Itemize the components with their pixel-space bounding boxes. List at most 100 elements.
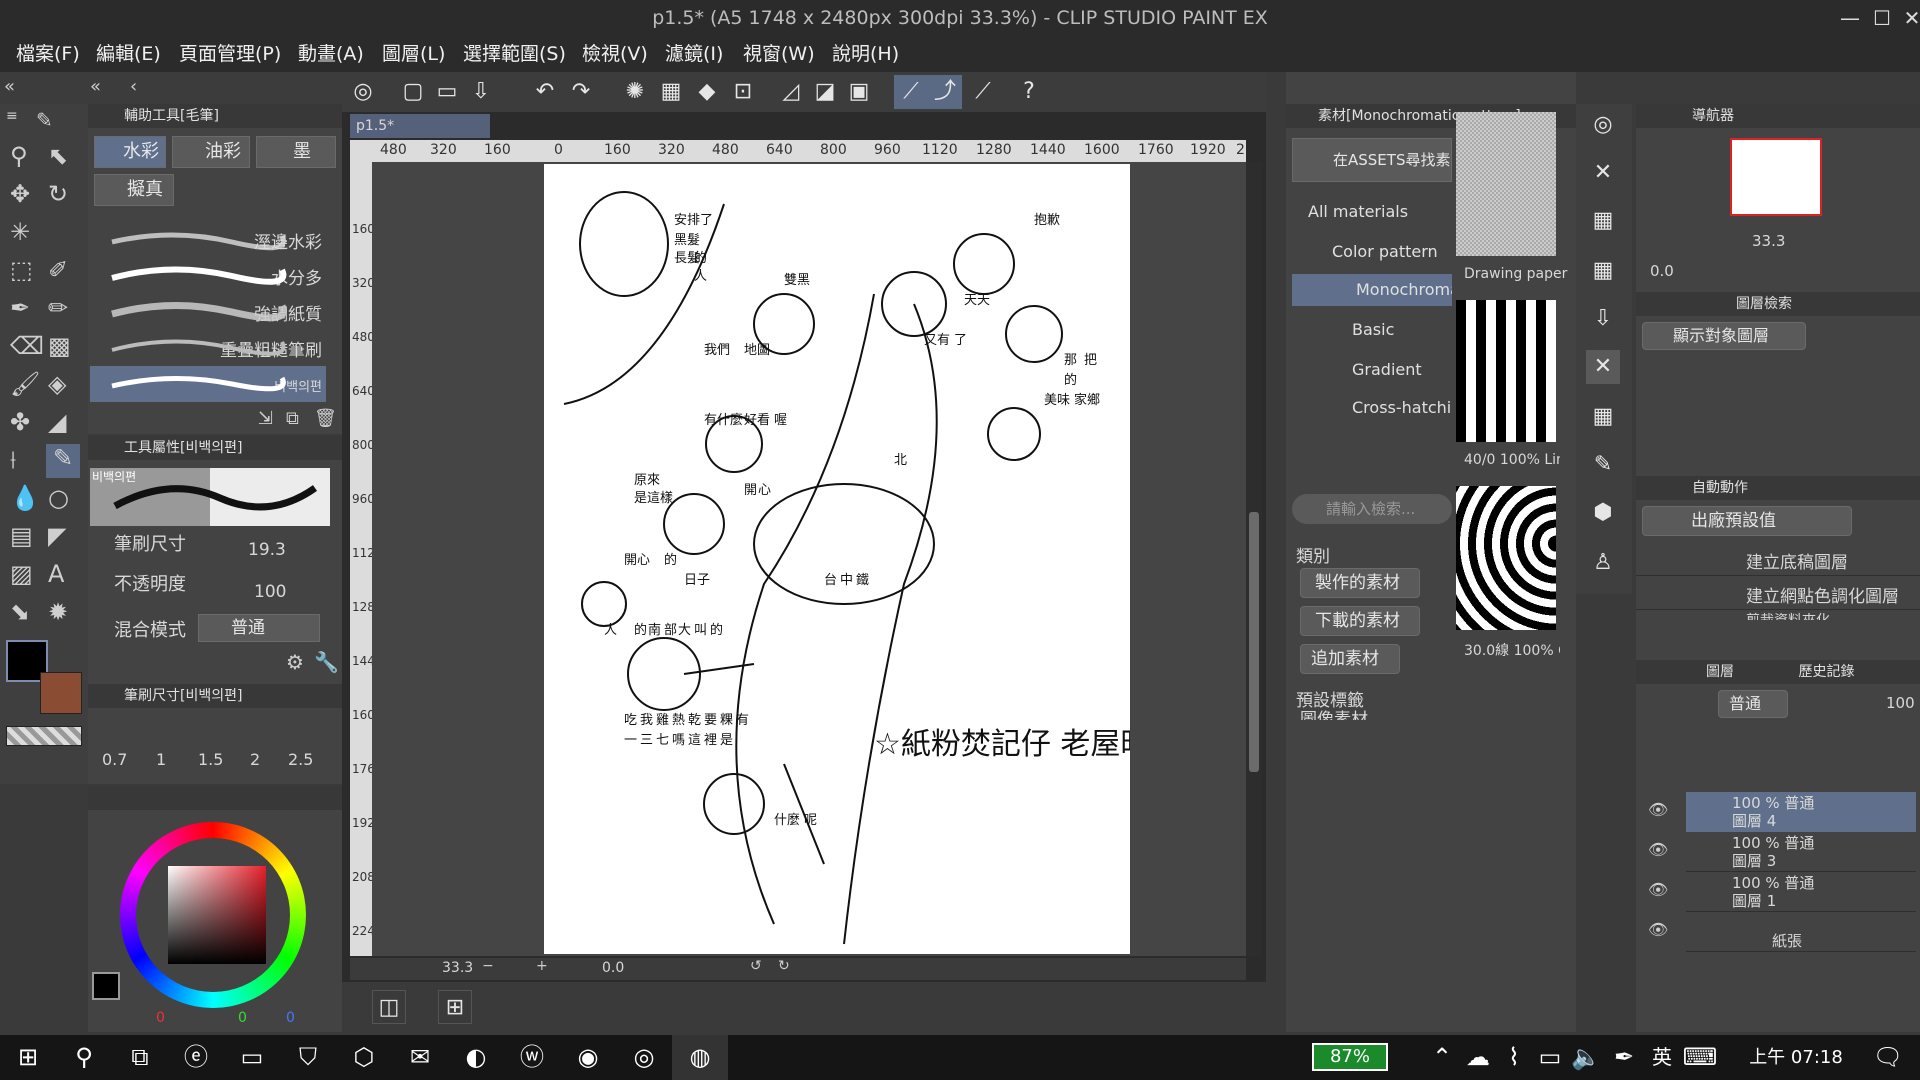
mail-icon[interactable]: ✉ xyxy=(392,1035,448,1080)
wrench-icon[interactable]: 🔧 xyxy=(314,650,339,674)
eye-icon[interactable]: 👁 xyxy=(1648,840,1668,859)
minimize-button[interactable]: — xyxy=(1832,0,1868,36)
move-tool-icon[interactable]: ✥ xyxy=(10,180,30,208)
blend-tool-icon[interactable]: 💧 xyxy=(10,484,40,512)
tree-item[interactable]: Color pattern xyxy=(1332,242,1438,261)
menu-page[interactable]: 頁面管理(P) xyxy=(171,36,289,72)
tree-item[interactable]: Basic xyxy=(1352,320,1394,339)
sub-color-swatch[interactable] xyxy=(40,672,82,714)
battery-icon[interactable]: ▭ xyxy=(1532,1035,1568,1080)
webtoon-icon[interactable]: ⓦ xyxy=(504,1035,560,1080)
shape-tool-icon[interactable]: ○ xyxy=(48,484,69,512)
navigator-zoom[interactable]: 33.3 xyxy=(1752,232,1785,250)
tree-item-selected[interactable]: Monochromatic pattern xyxy=(1292,274,1452,306)
balloon-tool-icon[interactable]: ⬊ xyxy=(10,598,30,626)
tone-icon[interactable]: ▩ xyxy=(48,332,71,360)
fill-icon[interactable]: ◆ xyxy=(690,75,724,109)
chrome-icon[interactable]: ◉ xyxy=(560,1035,616,1080)
loading-icon[interactable]: ✺ xyxy=(618,75,652,109)
copy-subtool-icon[interactable]: ⧉ xyxy=(286,408,299,429)
ruler-tool-icon[interactable]: ◤ xyxy=(48,522,66,550)
cube-icon[interactable]: ⬢ xyxy=(1586,496,1620,530)
eye-icon[interactable]: 👁 xyxy=(1648,800,1668,819)
brush-size-preset[interactable]: 2.5 xyxy=(288,750,313,769)
history-tab[interactable]: 歷史記錄 xyxy=(1798,664,1854,680)
settings-icon[interactable]: ⚙ xyxy=(286,650,304,674)
find-in-assets-button[interactable]: 在ASSETS尋找素材 xyxy=(1292,138,1452,182)
subtool-group-realistic[interactable]: 擬真 xyxy=(94,174,174,206)
clip-studio-icon[interactable]: ◎ xyxy=(346,75,380,109)
grid-icon[interactable]: ▦ xyxy=(1586,204,1620,238)
clip-studio-taskbar-icon[interactable]: ◎ xyxy=(616,1035,672,1080)
layer-row[interactable]: 紙張 xyxy=(1686,912,1916,952)
canvas-fit-icon[interactable]: ⊞ xyxy=(438,990,472,1024)
help-icon[interactable]: ? xyxy=(1012,75,1046,109)
menu-icon[interactable]: ≡ xyxy=(6,108,18,124)
layer-row[interactable]: 100 % 普通 圖層 1 xyxy=(1686,872,1916,912)
collapse-icon[interactable]: « xyxy=(90,76,101,97)
opacity-value[interactable]: 100 xyxy=(254,582,286,602)
menu-help[interactable]: 說明(H) xyxy=(824,36,907,72)
brush-size-preset[interactable]: 1 xyxy=(156,750,166,769)
canvas-tab[interactable]: p1.5* xyxy=(350,114,490,138)
material-active-icon[interactable]: ✕ xyxy=(1586,350,1620,384)
material-thumb[interactable] xyxy=(1456,300,1556,442)
brush-size-value[interactable]: 19.3 xyxy=(248,540,286,560)
collapse-left-icon[interactable]: « xyxy=(4,76,15,97)
auto-action-item[interactable]: 剪裁資料夾化 xyxy=(1636,610,1920,620)
eye-icon[interactable]: 👁 xyxy=(1648,880,1668,899)
material-search-input[interactable]: 請輸入檢索... xyxy=(1292,494,1452,524)
clock[interactable]: 上午 07:18 xyxy=(1736,1035,1856,1080)
chevron-up-icon[interactable]: ⌃ xyxy=(1424,1035,1460,1080)
subtool-group-ink[interactable]: 墨 xyxy=(256,136,336,168)
category-added[interactable]: 追加素材 xyxy=(1300,644,1400,674)
grid-icon[interactable]: ▦ xyxy=(1586,400,1620,434)
brush-icon[interactable]: 🖌 xyxy=(10,370,40,398)
ime-indicator[interactable]: 英 xyxy=(1644,1035,1680,1080)
auto-select-icon[interactable]: ✳ xyxy=(10,218,30,246)
menu-layer[interactable]: 圖層(L) xyxy=(374,36,453,72)
color-square[interactable] xyxy=(168,866,266,964)
snap-grid-icon[interactable]: ⟋ xyxy=(966,75,1000,109)
pen-tool-icon[interactable]: ✎ xyxy=(36,108,53,132)
eraser-icon[interactable]: ⌫ xyxy=(10,332,44,360)
crop-icon[interactable]: ▣ xyxy=(842,75,876,109)
auto-action-preset[interactable]: 出廠預設值 xyxy=(1642,506,1852,536)
menu-file[interactable]: 檔案(F) xyxy=(8,36,88,72)
canvas-vertical-scrollbar[interactable] xyxy=(1246,162,1262,956)
airbrush-icon[interactable]: ✤ xyxy=(10,408,30,436)
download-icon[interactable]: ⇩ xyxy=(1586,302,1620,336)
assets-icon[interactable]: ◎ xyxy=(1586,108,1620,142)
eyedropper-icon[interactable]: ✐ xyxy=(48,256,68,284)
blend-mode-select[interactable]: 普通 xyxy=(198,614,320,642)
search-icon[interactable]: ⚲ xyxy=(56,1035,112,1080)
add-subtool-icon[interactable]: ⇲ xyxy=(258,408,273,429)
wifi-icon[interactable]: ⌇ xyxy=(1496,1035,1532,1080)
preset-tag-item[interactable]: 圖像素材 xyxy=(1300,710,1440,720)
eyedrop-tool-icon[interactable]: ⟊ xyxy=(10,446,16,474)
edit-icon[interactable]: ✎ xyxy=(1586,448,1620,482)
brush-size-preset[interactable]: 2 xyxy=(250,750,260,769)
tree-item[interactable]: All materials xyxy=(1308,202,1408,221)
zoom-in-icon[interactable]: + xyxy=(536,958,548,974)
auto-action-item[interactable]: 建立網點色調化圖層 xyxy=(1636,576,1920,610)
open-file-icon[interactable]: ▭ xyxy=(430,75,464,109)
menu-filter[interactable]: 濾鏡(I) xyxy=(657,36,731,72)
layer-search-select[interactable]: 顯示對象圖層 xyxy=(1642,322,1806,350)
close-button[interactable]: ✕ xyxy=(1894,0,1920,36)
navigator-preview[interactable] xyxy=(1730,138,1822,216)
subtool-group-watercolor[interactable]: 水彩 xyxy=(94,136,166,168)
ime-mode-icon[interactable]: ⌨ xyxy=(1682,1035,1718,1080)
object-tool-icon[interactable]: ⬉ xyxy=(48,142,68,170)
layer-opacity-value[interactable]: 100 xyxy=(1886,694,1915,712)
pen-icon[interactable]: ✒ xyxy=(1606,1035,1642,1080)
tree-item[interactable]: Cross-hatching xyxy=(1352,398,1452,417)
snap-special-ruler-icon[interactable]: ⤴ xyxy=(928,75,962,109)
grid-icon[interactable]: ▦ xyxy=(1586,254,1620,288)
undo-icon[interactable]: ↶ xyxy=(528,75,562,109)
windows-start-icon[interactable]: ⊞ xyxy=(0,1035,56,1080)
new-file-icon[interactable]: ▢ xyxy=(396,75,430,109)
figure-icon[interactable]: ♙ xyxy=(1586,546,1620,580)
navigator-angle[interactable]: 0.0 xyxy=(1650,262,1674,280)
menu-selection[interactable]: 選擇範圍(S) xyxy=(455,36,574,72)
